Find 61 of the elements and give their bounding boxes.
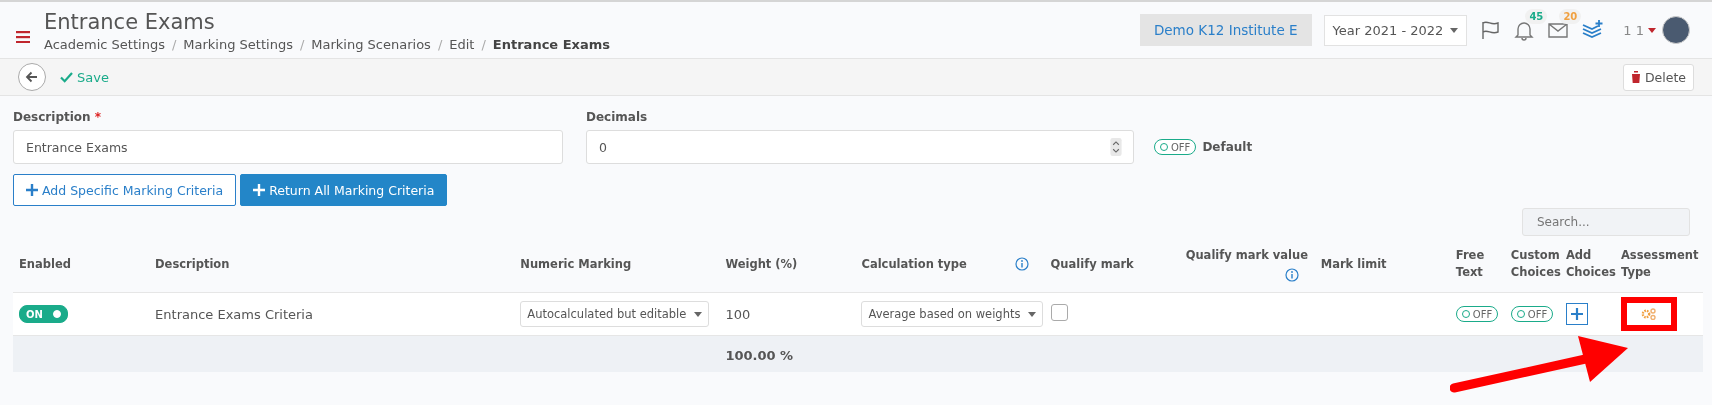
table-cell: 100 — [725, 306, 751, 322]
toggle-switch[interactable]: OFF — [1455, 306, 1499, 322]
column-header: Free Text — [1455, 247, 1486, 281]
column-header: Enabled — [19, 255, 71, 273]
required-mark: * — [94, 110, 102, 124]
field-label: Description — [13, 110, 91, 124]
column-header: Numeric Marking — [520, 255, 632, 273]
back-button[interactable] — [18, 63, 46, 91]
layers-plus-icon[interactable] — [1581, 19, 1604, 41]
column-header: Custom Choices — [1510, 247, 1561, 281]
checkbox[interactable] — [1050, 304, 1068, 321]
delete-button[interactable]: Delete — [1622, 63, 1694, 91]
trash-icon — [1630, 71, 1641, 83]
add-criteria-button[interactable]: Add Specific Marking Criteria — [13, 174, 237, 206]
add-criteria-button[interactable]: Return All Marking Criteria — [240, 174, 448, 206]
checkmark-icon — [60, 71, 73, 83]
column-header: Description — [155, 255, 230, 273]
info-icon[interactable] — [1284, 267, 1299, 282]
breadcrumb-separator: / — [437, 36, 443, 52]
breadcrumb-item[interactable]: Marking Scenarios — [311, 36, 431, 52]
notification-count: 45 — [1525, 9, 1548, 24]
breadcrumb-separator: / — [299, 36, 305, 52]
plus-icon — [26, 184, 38, 196]
breadcrumb-separator: / — [481, 36, 486, 52]
column-header: Calculation type — [861, 255, 967, 273]
back-arrow-icon — [25, 70, 39, 84]
bell-icon[interactable] — [1513, 19, 1536, 41]
column-header: Assessment Type — [1620, 247, 1699, 281]
column-header: Qualify mark value — [1185, 246, 1309, 264]
total-weight: 100.00 % — [725, 347, 794, 363]
search-field[interactable]: Search... — [1522, 208, 1690, 236]
plus-icon — [1570, 308, 1583, 320]
column-header: Mark limit — [1320, 255, 1387, 273]
breadcrumb-item: Entrance Exams — [492, 36, 611, 52]
breadcrumb-separator: / — [171, 36, 177, 52]
page-title: Entrance Exams — [44, 8, 216, 35]
column-header: Qualify mark — [1050, 255, 1134, 273]
table-cell: Entrance Exams Criteria — [155, 306, 313, 322]
numeric-marking-dropdown[interactable]: Autocalculated but editable — [520, 301, 710, 327]
breadcrumb-item[interactable]: Edit — [449, 36, 475, 52]
field-label: Decimals — [586, 110, 648, 124]
menu-icon[interactable] — [16, 31, 30, 43]
toggle-switch[interactable]: OFF — [1510, 306, 1554, 322]
toggle-label: Default — [1202, 140, 1253, 154]
caret-icon[interactable] — [1648, 27, 1656, 33]
add-choices-button[interactable] — [1565, 303, 1588, 325]
description-field[interactable]: Entrance Exams — [13, 130, 563, 164]
info-icon[interactable] — [1014, 257, 1029, 271]
breadcrumb-item[interactable]: Marking Settings — [183, 36, 293, 52]
breadcrumb-item[interactable]: Academic Settings — [44, 36, 165, 52]
column-header: Weight (%) — [725, 255, 798, 273]
toggle-switch[interactable]: OFF — [1154, 139, 1197, 155]
plus-icon — [253, 184, 266, 196]
message-count: 20 — [1559, 9, 1582, 24]
avatar[interactable] — [1662, 16, 1690, 44]
calculation-type-dropdown[interactable]: Average based on weights — [861, 301, 1044, 327]
spinner-arrows-icon[interactable] — [1109, 138, 1123, 156]
column-header: Add Choices — [1565, 247, 1616, 281]
flag-icon[interactable] — [1479, 19, 1502, 41]
year-dropdown[interactable]: Year 2021 - 2022 — [1323, 14, 1468, 46]
decimals-field[interactable]: 0 — [586, 130, 1134, 164]
